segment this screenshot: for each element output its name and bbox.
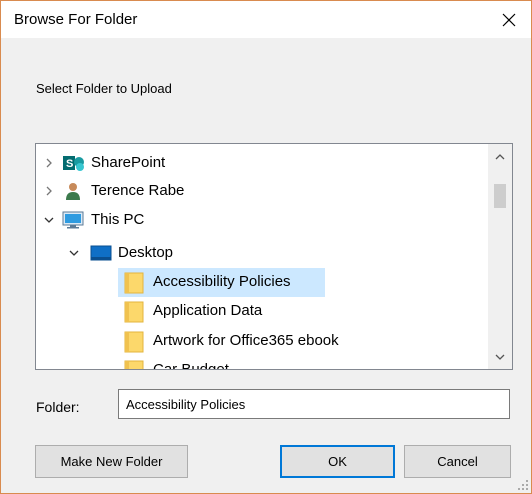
dialog-prompt: Select Folder to Upload [36, 81, 172, 96]
scroll-up-button[interactable] [488, 148, 512, 165]
sharepoint-icon: S [63, 156, 84, 171]
folder-icon [124, 331, 144, 353]
desktop-folder-icon [90, 245, 112, 261]
scroll-down-button[interactable] [488, 348, 512, 365]
scrollbar-thumb[interactable] [494, 184, 506, 208]
tree-item-artwork-for-office365-ebook[interactable]: Artwork for Office365 ebook [36, 327, 486, 355]
tree-item-application-data[interactable]: Application Data [36, 297, 486, 325]
user-icon [66, 183, 80, 200]
close-button[interactable] [487, 1, 531, 38]
folder-field-label: Folder: [36, 399, 80, 415]
folder-icon [124, 301, 144, 323]
vertical-scrollbar[interactable] [488, 144, 512, 369]
tree-item-label: SharePoint [91, 154, 166, 171]
tree-item-label: Terence Rabe [91, 182, 185, 199]
tree-item-label: Application Data [153, 302, 263, 319]
folder-name-input[interactable] [118, 389, 510, 419]
make-new-folder-button[interactable]: Make New Folder [35, 445, 188, 478]
ok-button[interactable]: OK [280, 445, 395, 478]
window-title: Browse For Folder [14, 11, 138, 28]
browse-for-folder-dialog: Browse For Folder Select Folder to Uploa… [0, 0, 532, 494]
tree-item-terence-rabe[interactable]: Terence Rabe [36, 177, 486, 205]
tree-item-label: Artwork for Office365 ebook [153, 332, 339, 349]
tree-item-label: Accessibility Policies [153, 273, 291, 290]
close-icon [502, 13, 516, 26]
cancel-button[interactable]: Cancel [404, 445, 511, 478]
tree-item-car-budget[interactable]: Car Budget [36, 356, 486, 369]
chevron-down-icon [495, 354, 505, 360]
tree-item-accessibility-policies[interactable]: Accessibility Policies [36, 268, 486, 296]
chevron-down-icon[interactable] [44, 215, 54, 225]
tree-item-this-pc[interactable]: This PC [36, 206, 486, 234]
tree-item-sharepoint[interactable]: S SharePoint [36, 149, 486, 177]
folder-icon [124, 360, 144, 369]
tree-item-label: This PC [91, 211, 145, 228]
folder-tree[interactable]: S SharePoint Terence Rabe This PC Deskto… [35, 143, 513, 370]
folder-icon [124, 272, 144, 294]
chevron-down-icon[interactable] [69, 248, 79, 258]
chevron-right-icon[interactable] [44, 158, 54, 168]
tree-viewport: S SharePoint Terence Rabe This PC Deskto… [36, 144, 486, 369]
chevron-up-icon [495, 153, 505, 159]
computer-icon [62, 211, 84, 229]
resize-grip-icon[interactable] [517, 479, 529, 491]
tree-item-label: Car Budget [153, 356, 229, 369]
tree-item-desktop[interactable]: Desktop [36, 239, 486, 267]
tree-item-label: Desktop [118, 244, 174, 261]
chevron-right-icon[interactable] [44, 186, 54, 196]
svg-text:S: S [66, 158, 73, 170]
title-bar[interactable]: Browse For Folder [1, 1, 531, 38]
